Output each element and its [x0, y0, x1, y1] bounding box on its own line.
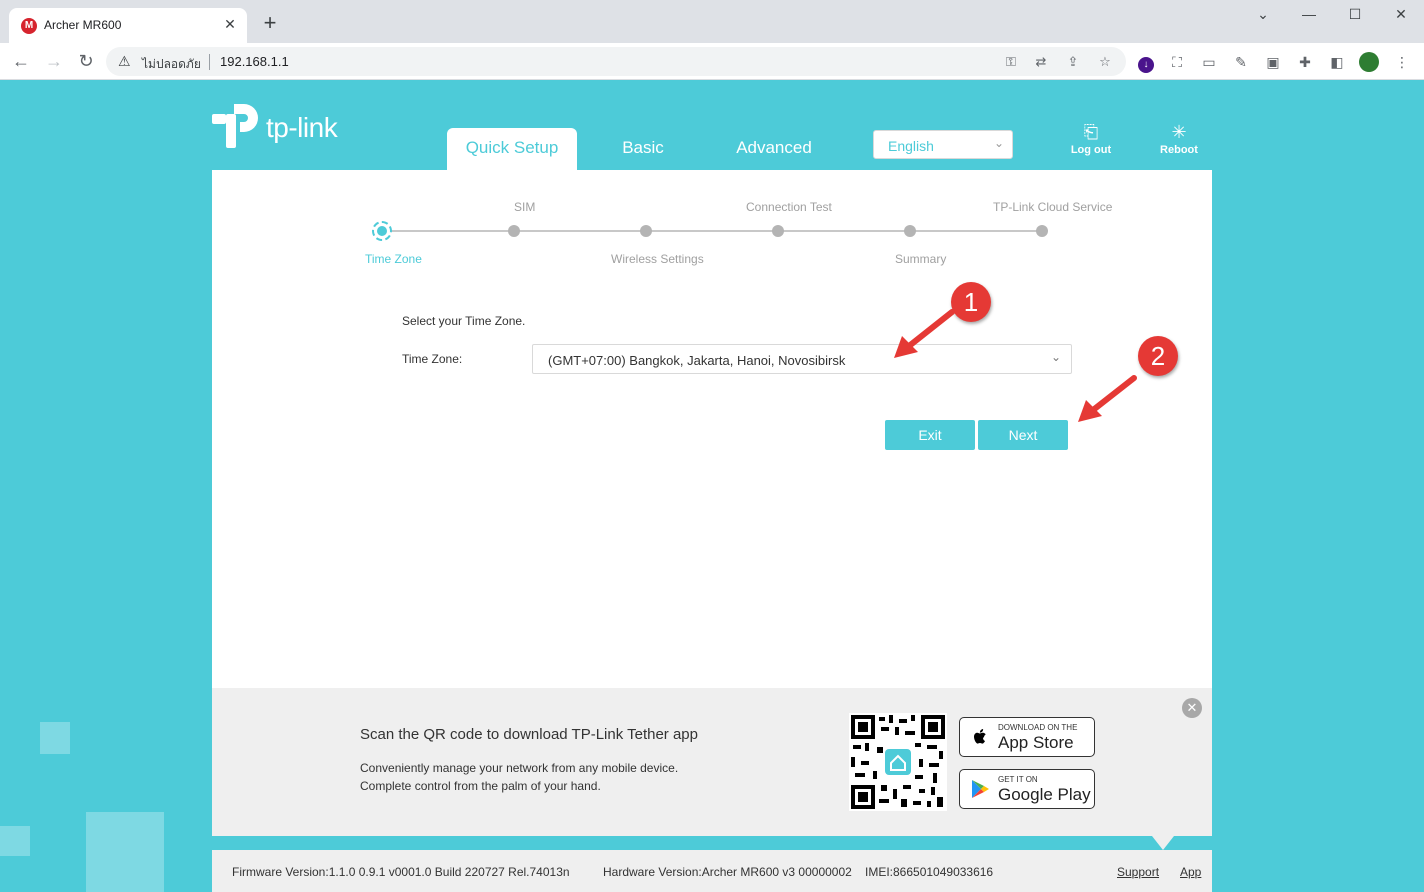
next-button[interactable]: Next	[978, 420, 1068, 450]
annotation-arrow-2	[1078, 375, 1137, 422]
step-label-connection-test: Connection Test	[746, 200, 832, 214]
app-store-small-text: DOWNLOAD ON THE	[998, 723, 1078, 732]
maximize-icon[interactable]: ☐	[1340, 6, 1370, 26]
google-play-button[interactable]: GET IT ON Google Play	[959, 769, 1095, 809]
step-label-wireless: Wireless Settings	[611, 252, 704, 266]
step-dot-cloud	[1036, 225, 1048, 237]
step-label-summary: Summary	[895, 252, 947, 266]
apple-icon	[974, 729, 986, 744]
promo-line-2: Complete control from the palm of your h…	[360, 779, 601, 793]
promo-line-1: Conveniently manage your network from an…	[360, 761, 679, 775]
time-zone-label: Time Zone:	[402, 352, 463, 366]
capture-extension-icon[interactable]: ▣	[1263, 52, 1283, 72]
chevron-down-icon: ⌄	[1050, 350, 1061, 364]
step-label-sim: SIM	[514, 200, 536, 214]
url-text[interactable]: 192.168.1.1	[220, 54, 289, 69]
reboot-label: Reboot	[1160, 144, 1198, 156]
qr-code-icon	[849, 713, 947, 811]
tab-title: Archer MR600	[44, 18, 122, 32]
cast-icon[interactable]: ▭	[1199, 52, 1219, 72]
background-decoration	[0, 826, 30, 856]
google-play-big-text: Google Play	[998, 785, 1091, 804]
forward-icon[interactable]: →	[42, 49, 66, 73]
promo-title: Scan the QR code to download TP-Link Tet…	[360, 726, 698, 743]
tab-favicon-icon: M	[21, 18, 37, 34]
screenshot-icon[interactable]: ⛶	[1167, 52, 1187, 72]
firmware-version: Firmware Version:1.1.0 0.9.1 v0001.0 Bui…	[232, 865, 570, 879]
footer: Firmware Version:1.1.0 0.9.1 v0001.0 Bui…	[212, 850, 1212, 892]
profile-avatar[interactable]	[1359, 52, 1379, 72]
time-zone-prompt: Select your Time Zone.	[402, 314, 526, 328]
time-zone-select[interactable]: (GMT+07:00) Bangkok, Jakarta, Hanoi, Nov…	[532, 344, 1072, 374]
step-label-time-zone: Time Zone	[365, 252, 422, 266]
step-dot-time-zone	[372, 221, 392, 241]
time-zone-value: (GMT+07:00) Bangkok, Jakarta, Hanoi, Nov…	[548, 353, 846, 368]
browser-toolbar: ← → ↻ ⚠ ไม่ปลอดภัย 192.168.1.1 ⚿ ⇄ ⇪ ☆ ↓…	[0, 43, 1424, 80]
step-label-cloud: TP-Link Cloud Service	[993, 200, 1113, 214]
support-link[interactable]: Support	[1117, 865, 1159, 879]
new-tab-icon[interactable]: +	[258, 12, 282, 36]
annotation-arrow-1	[894, 309, 955, 358]
side-panel-icon[interactable]: ◧	[1327, 52, 1347, 72]
hardware-version: Hardware Version:Archer MR600 v3 0000000…	[603, 865, 852, 879]
bookmark-star-icon[interactable]: ☆	[1096, 53, 1114, 71]
quick-setup-panel: Time Zone SIM Wireless Settings Connecti…	[212, 170, 1212, 688]
security-status[interactable]: ไม่ปลอดภัย	[142, 55, 201, 74]
share-icon[interactable]: ⇪	[1064, 53, 1082, 71]
translate-icon[interactable]: ⇄	[1032, 53, 1050, 71]
annotation-marker-2: 2	[1138, 336, 1178, 376]
logout-icon: ⎗	[1083, 122, 1099, 142]
step-progress-line	[382, 230, 1042, 232]
browser-tab[interactable]: M Archer MR600 ✕	[9, 8, 247, 43]
logout-button[interactable]: ⎗ Log out	[1061, 122, 1121, 162]
close-promo-icon[interactable]: ✕	[1182, 698, 1202, 718]
background-decoration	[40, 722, 70, 754]
more-menu-icon[interactable]: ⋮	[1392, 52, 1412, 72]
google-play-icon	[972, 780, 989, 798]
chevron-down-icon[interactable]: ⌄	[1248, 6, 1278, 26]
close-window-icon[interactable]: ✕	[1386, 6, 1416, 26]
tab-basic[interactable]: Basic	[598, 128, 688, 170]
language-value: English	[888, 138, 934, 154]
app-store-big-text: App Store	[998, 733, 1074, 752]
step-dot-sim	[508, 225, 520, 237]
extensions-puzzle-icon[interactable]: ✚	[1295, 52, 1315, 72]
url-divider	[209, 54, 210, 70]
back-icon[interactable]: ←	[9, 49, 33, 73]
logo-text: tp-link	[266, 112, 338, 143]
logout-label: Log out	[1070, 144, 1112, 156]
edit-extension-icon[interactable]: ✎	[1231, 52, 1251, 72]
step-dot-connection-test	[772, 225, 784, 237]
chevron-down-icon: ⌄	[993, 136, 1004, 150]
key-icon[interactable]: ⚿	[1002, 53, 1020, 71]
reboot-button[interactable]: ✳ Reboot	[1149, 122, 1209, 162]
tp-link-logo-icon	[212, 104, 258, 148]
step-dot-wireless	[640, 225, 652, 237]
imei-text: IMEI:866501049033616	[865, 865, 994, 879]
tab-quick-setup[interactable]: Quick Setup	[447, 128, 577, 170]
tab-advanced[interactable]: Advanced	[719, 128, 829, 170]
app-link[interactable]: App	[1180, 865, 1201, 879]
tp-link-logo[interactable]: tp-link	[212, 100, 352, 156]
step-dot-summary	[904, 225, 916, 237]
exit-button[interactable]: Exit	[885, 420, 975, 450]
warning-icon[interactable]: ⚠	[118, 53, 131, 70]
reload-icon[interactable]: ↻	[74, 49, 98, 73]
address-bar[interactable]: ⚠ ไม่ปลอดภัย 192.168.1.1 ⚿ ⇄ ⇪ ☆	[106, 47, 1126, 76]
language-select[interactable]: English ⌄	[873, 130, 1013, 159]
background-decoration	[86, 812, 164, 892]
footer-pointer	[1152, 836, 1174, 850]
tether-app-promo: Scan the QR code to download TP-Link Tet…	[212, 688, 1212, 836]
browser-tab-strip: M Archer MR600 ✕ + ⌄ — ☐ ✕	[0, 0, 1424, 43]
reboot-icon: ✳	[1171, 122, 1187, 142]
download-extension-icon[interactable]: ↓	[1136, 52, 1156, 73]
app-store-button[interactable]: DOWNLOAD ON THE App Store	[959, 717, 1095, 757]
minimize-icon[interactable]: —	[1294, 6, 1324, 26]
close-tab-icon[interactable]: ✕	[221, 15, 239, 33]
google-play-small-text: GET IT ON	[998, 775, 1038, 784]
